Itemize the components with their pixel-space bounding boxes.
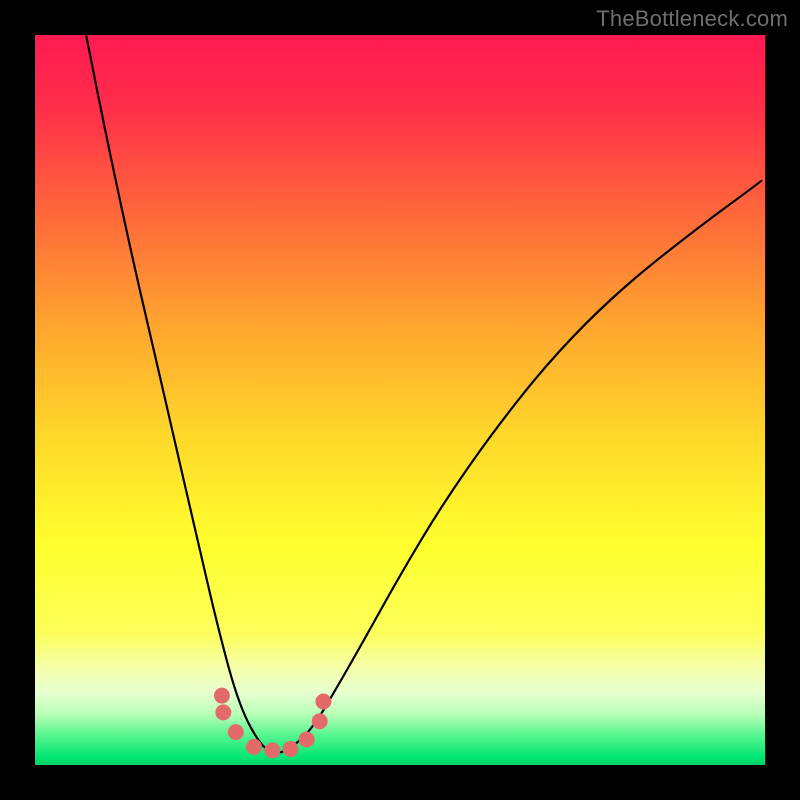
chart-svg [35,35,765,765]
plot-area [35,35,765,765]
watermark-text: TheBottleneck.com [596,6,788,32]
curve-marker [315,694,331,710]
chart-frame: TheBottleneck.com [0,0,800,800]
curve-marker [214,688,230,704]
curve-marker [299,731,315,747]
curve-marker [228,724,244,740]
gradient-background [35,35,765,765]
curve-marker [283,741,299,757]
curve-marker [215,704,231,720]
curve-marker [246,739,262,755]
curve-marker [312,713,328,729]
curve-marker [264,742,280,758]
